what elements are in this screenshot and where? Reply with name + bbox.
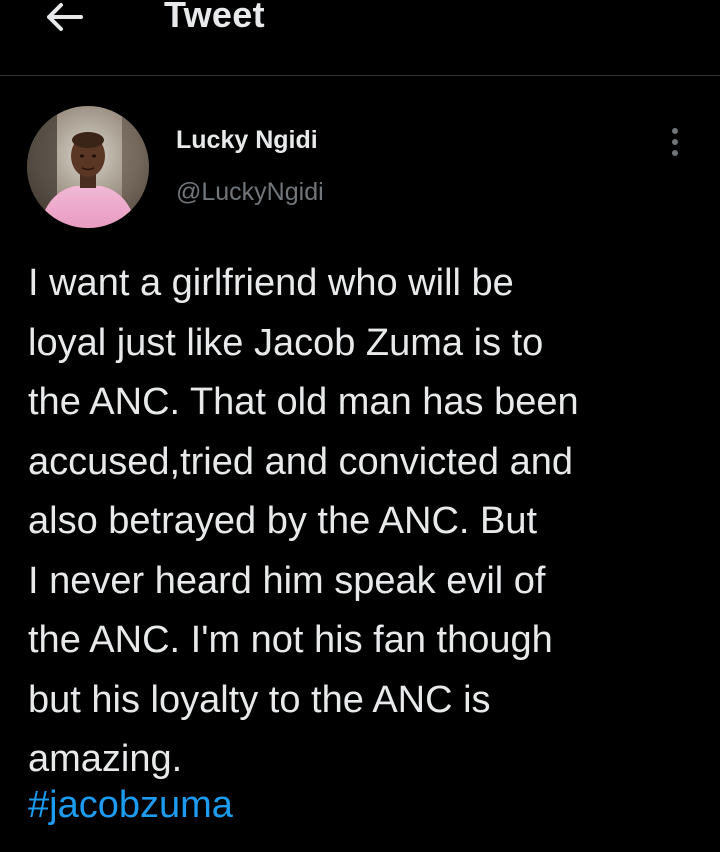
- page-title: Tweet: [164, 0, 265, 35]
- tweet-text: I want a girlfriend who will be loyal ju…: [28, 262, 579, 780]
- profile-photo: [27, 106, 149, 228]
- author-handle[interactable]: @LuckyNgidi: [176, 176, 324, 208]
- more-vertical-icon: [672, 128, 678, 134]
- avatar[interactable]: [27, 106, 149, 228]
- author-display-name[interactable]: Lucky Ngidi: [176, 124, 318, 156]
- more-options-button[interactable]: [660, 122, 690, 162]
- hashtag-link[interactable]: #jacobzuma: [28, 778, 233, 832]
- more-dot: [672, 139, 678, 145]
- arrow-left-icon: [47, 3, 83, 31]
- more-dot: [672, 150, 678, 156]
- back-button[interactable]: [40, 0, 88, 34]
- top-bar: Tweet: [0, 0, 720, 76]
